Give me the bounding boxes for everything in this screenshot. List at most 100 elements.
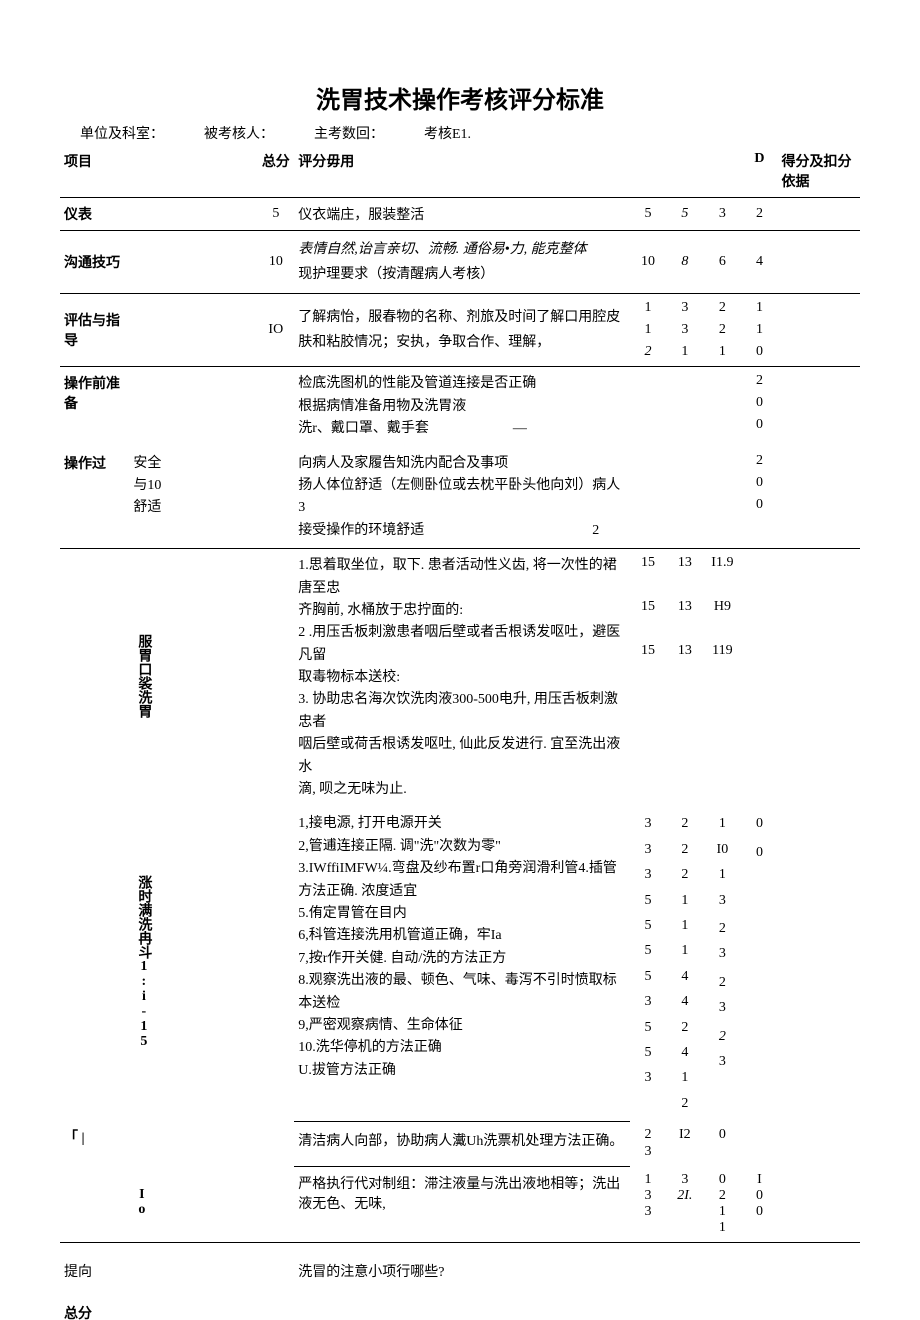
v: 5 [634, 940, 663, 962]
v: 1 [707, 864, 737, 886]
v: 2 [707, 1026, 737, 1048]
cell [257, 1121, 294, 1166]
col-c [703, 145, 741, 198]
cell: 133 [630, 1166, 667, 1243]
cell: I2 [666, 1121, 703, 1166]
v: 3 [634, 1188, 663, 1204]
examinee-label: 被考核人： [204, 123, 274, 143]
cell: 23 [630, 1121, 667, 1166]
v: 1 [670, 915, 699, 937]
machine-vlabel: 涨时满洗冉斗1:i-15 [129, 807, 257, 1121]
v: 1 [634, 322, 663, 338]
cell: 3 [703, 198, 741, 231]
v: 4 [670, 991, 699, 1013]
operation-label: 操作过 [60, 447, 129, 549]
evaluation-label: 评估与指导 [60, 294, 129, 367]
cell: I1.9H9119 [703, 549, 741, 808]
v: 4 [670, 966, 699, 988]
cell [630, 1243, 667, 1288]
appearance-content: 仪衣端庄，服装整活 [294, 198, 629, 231]
cell [777, 1121, 860, 1166]
cell: 221 [703, 294, 741, 367]
v: 3 [634, 813, 663, 835]
cell [741, 549, 777, 808]
prep-content: 检底洗图机的性能及管道连接是否正确 根据病情准备用物及洗胃液 洗r、戴口罩、戴手… [294, 367, 629, 447]
cell [60, 1166, 129, 1243]
col-a [630, 145, 667, 198]
v: 0 [707, 1172, 737, 1188]
v: 2 [707, 1188, 737, 1204]
v: 15 [634, 643, 663, 659]
cell [703, 447, 741, 549]
v: 5 [634, 890, 663, 912]
cell [129, 198, 257, 231]
line: 洗r、戴口罩、戴手套 — [298, 418, 625, 440]
line: U.拔管方法正确 [298, 1060, 625, 1082]
v: 15 [634, 555, 663, 571]
line: 2 .用压舌板刺激患者咽后壁或者舌根诱发呕吐，避医凡留 [298, 622, 625, 667]
v: 3 [670, 300, 699, 316]
cell: 1 I0 1 3 2 3 2 3 2 3 [703, 807, 741, 1121]
cell: 0211 [703, 1166, 741, 1243]
v: 13 [670, 643, 699, 659]
v: 3 [707, 890, 737, 912]
v: 1 [670, 344, 699, 360]
v: 2 [670, 1017, 699, 1039]
line: 齐胸前, 水桶放于忠拧面的: [298, 600, 625, 622]
line: 咽后壁或荷舌根诱发呕吐, 仙此反发进行. 宜至洗出液水 [298, 734, 625, 779]
v: 2 [707, 918, 737, 940]
v: 1 [670, 890, 699, 912]
col-d: D [741, 145, 777, 198]
v: 3 [634, 991, 663, 1013]
line: 2,管逋连接正隔. 调"洗"次数为零" [298, 836, 625, 858]
communication-label: 沟通技巧 [60, 231, 129, 294]
cell [257, 1243, 294, 1288]
evaluation-total: IO [257, 294, 294, 367]
cell [741, 1121, 777, 1166]
cell [777, 1287, 860, 1320]
cell [630, 1287, 667, 1320]
v: 0 [745, 1204, 773, 1220]
v: 3 [707, 1051, 737, 1073]
v: 3 [670, 1172, 699, 1188]
v: 13 [670, 599, 699, 615]
line: 5.侑定胃管在目内 [298, 903, 625, 925]
cell [666, 1243, 703, 1288]
document-title: 洗胃技术操作考核评分标准 [60, 80, 860, 115]
v: 2 [707, 972, 737, 994]
v: 4 [670, 1042, 699, 1064]
scoring-table: 项目 总分 评分毋用 D 得分及扣分依据 仪表 5 仪衣端庄，服装整活 5 5 … [60, 145, 860, 1320]
v: 2 [707, 322, 737, 338]
line: 8.观察洗出液的最、顿色、气味、毒泻不引时愤取标本送检 [298, 970, 625, 1015]
clean-content: 清洁病人向部，协助病人瀻Uh洗票机处理方法正确。 [294, 1121, 629, 1166]
cell [294, 1287, 629, 1320]
cell: 0 [703, 1121, 741, 1166]
v: 2 [634, 1127, 663, 1143]
v: 3 [634, 1067, 663, 1089]
line: 根据病情准备用物及洗胃液 [298, 396, 625, 418]
v: 5 [634, 966, 663, 988]
v: 3 [634, 1144, 663, 1160]
appearance-total: 5 [257, 198, 294, 231]
line: 3.IWffiIMFW¼.弯盘及纱布置r口角旁润滑利管4.插管方法正确. 浓度适… [298, 858, 625, 903]
line: 滴, 呗之无味为止. [298, 779, 625, 801]
v: 2 [670, 813, 699, 835]
v: 1 [707, 1204, 737, 1220]
line: 3. 协助忠名海次饮洗肉液300-500电升, 用压舌板刺激忠者 [298, 689, 625, 734]
v: 1 [745, 300, 773, 316]
appearance-label: 仪表 [60, 198, 129, 231]
header-info-row: 单位及科室： 被考核人： 主考数回： 考核E1. [60, 123, 860, 143]
cell: 5 [630, 198, 667, 231]
v: 2I. [670, 1188, 699, 1204]
v: H9 [707, 599, 737, 615]
line: 与10 [133, 475, 253, 497]
cell [703, 1287, 741, 1320]
assess-label: 考核E1. [424, 123, 471, 143]
cell [257, 549, 294, 808]
cell: 「 | [60, 1121, 129, 1166]
cell [257, 367, 294, 447]
v: 3 [670, 322, 699, 338]
v: 2 [670, 839, 699, 861]
v: 1 [707, 344, 737, 360]
v: 0 [745, 813, 773, 835]
